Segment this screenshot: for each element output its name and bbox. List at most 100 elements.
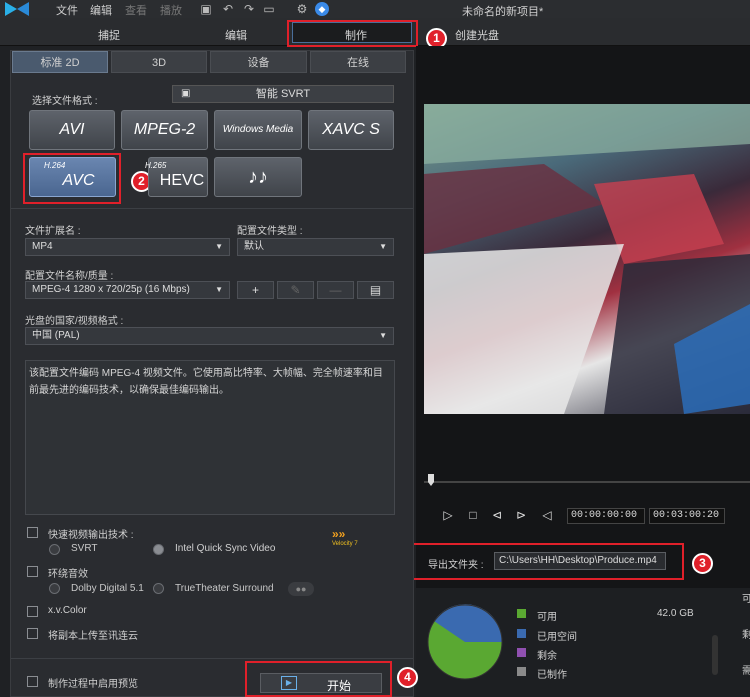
velocity-logo: »» Velocity 7 [332,527,358,547]
step-badge-4: 4 [397,667,418,688]
subtab-device[interactable]: 设备 [210,51,307,73]
menu-edit[interactable]: 编辑 [90,2,112,18]
chevron-down-icon: ▼ [379,242,387,251]
subtab-3d[interactable]: 3D [111,51,207,73]
disk-right-label-3: 需 [742,666,750,677]
divider [11,208,413,209]
legend-available: 可用 [537,612,557,623]
dolby-radio[interactable] [49,583,60,594]
format-audio-button[interactable]: ♪♪ [214,157,302,197]
truetheater-radio[interactable] [153,583,164,594]
title-bar [0,0,750,18]
format-xavc-button[interactable]: XAVC S [308,110,394,150]
surround-settings-icon[interactable]: ●● [288,582,314,596]
layout-icon[interactable]: ▭ [262,2,276,16]
project-title: 未命名的新项目* [462,6,544,18]
svrt-radio[interactable] [49,544,60,555]
hevc-label: HEVC [159,172,205,189]
notification-icon[interactable]: ◆ [315,2,329,16]
step-badge-3: 3 [692,553,713,574]
tab-capture[interactable]: 捕捉 [98,27,120,43]
disk-right-label-1: 可 [742,594,750,605]
profile-name-select[interactable]: MPEG-4 1280 x 720/25p (16 Mbps) ▼ [25,281,230,299]
xvcolor-label: x.v.Color [48,605,87,616]
preview-checkbox[interactable] [27,676,38,687]
legend-produced: 已制作 [537,670,567,681]
gear-icon[interactable]: ⚙ [295,2,309,16]
redo-icon[interactable]: ↷ [242,2,256,16]
add-profile-button[interactable]: + [237,281,274,299]
ext-select[interactable]: MP4 ▼ [25,238,230,256]
profile-list-button[interactable]: ▤ [357,281,394,299]
legend-used: 已用空间 [537,632,577,643]
play-icon[interactable]: ▷ [441,508,455,522]
undo-icon[interactable]: ↶ [221,2,235,16]
menu-play[interactable]: 播放 [160,2,182,18]
divider [11,658,413,659]
chevron-down-icon: ▼ [215,242,223,251]
chevron-down-icon: ▼ [215,285,223,294]
tab-create-disc[interactable]: 创建光盘 [455,27,499,43]
menu-view[interactable]: 查看 [125,2,147,18]
xvcolor-checkbox[interactable] [27,606,38,617]
format-hevc-button[interactable]: H.265 HEVC [145,157,208,197]
velocity-chevron-icon: »» [332,527,346,541]
tab-edit[interactable]: 编辑 [225,27,247,43]
volume-icon[interactable]: ◁ [540,508,554,522]
legend-used-swatch [517,629,526,638]
upload-label: 将副本上传至讯连云 [48,631,138,642]
legend-remaining: 剩余 [537,651,557,662]
app-logo-icon [5,2,29,16]
disk-pie-chart [427,604,503,680]
region-label: 光盘的国家/视频格式 : [25,316,124,327]
disk-right-label-2: 剩 [742,630,750,641]
save-icon[interactable]: ▣ [199,2,213,16]
profile-description: 该配置文件编码 MPEG-4 视频文件。它使用高比特率、大帧幅、完全帧速率和目前… [25,360,395,515]
dolby-label: Dolby Digital 5.1 [71,583,144,594]
stop-icon[interactable]: □ [466,508,480,522]
highlight-frame-h264 [23,153,121,204]
timeline-scrubber[interactable] [424,470,750,488]
upload-checkbox[interactable] [27,628,38,639]
profile-type-label: 配置文件类型 : [237,226,303,237]
intel-qsv-radio[interactable] [153,544,164,555]
profile-name-value: MPEG-4 1280 x 720/25p (16 Mbps) [32,284,190,295]
subtab-standard-2d[interactable]: 标准 2D [12,51,108,73]
truetheater-label: TrueTheater Surround [175,583,274,594]
format-mpeg2-button[interactable]: MPEG-2 [121,110,208,150]
disk-scrollbar[interactable] [712,635,718,675]
menu-file[interactable]: 文件 [56,2,78,18]
legend-produced-swatch [517,667,526,676]
smart-svrt-button[interactable]: ▣ 智能 SVRT [172,85,394,103]
surround-checkbox[interactable] [27,566,38,577]
svrt-option-label: SVRT [71,543,98,554]
profile-type-select[interactable]: 默认 ▼ [237,238,394,256]
preview-label: 制作过程中启用预览 [48,679,138,690]
highlight-frame-export [410,543,684,580]
remove-profile-button[interactable]: — [317,281,354,299]
subtab-online[interactable]: 在线 [310,51,406,73]
profile-type-value: 默认 [244,241,264,252]
fast-render-label: 快速视频输出技术 : [48,530,134,541]
ext-value: MP4 [32,241,53,252]
format-wmv-button[interactable]: Windows Media [214,110,302,150]
video-preview [424,104,750,414]
prev-frame-icon[interactable]: ⊲ [490,508,504,522]
disk-available-value: 42.0 GB [657,608,694,619]
legend-remaining-swatch [517,648,526,657]
velocity-label: Velocity 7 [332,541,358,547]
format-avi-button[interactable]: AVI [29,110,115,150]
chevron-down-icon: ▼ [379,331,387,340]
intel-qsv-label: Intel Quick Sync Video [175,543,276,554]
svrt-icon: ▣ [181,88,191,99]
fast-render-checkbox[interactable] [27,527,38,538]
next-frame-icon[interactable]: ⊳ [514,508,528,522]
ext-label: 文件扩展名 : [25,226,81,237]
profile-name-label: 配置文件名称/质量 : [25,271,114,282]
surround-label: 环绕音效 [48,569,88,580]
smart-svrt-label: 智能 SVRT [255,88,311,100]
edit-profile-button[interactable]: ✎ [277,281,314,299]
format-label: 选择文件格式 : [32,96,98,107]
legend-available-swatch [517,609,526,618]
region-select[interactable]: 中国 (PAL) ▼ [25,327,394,345]
